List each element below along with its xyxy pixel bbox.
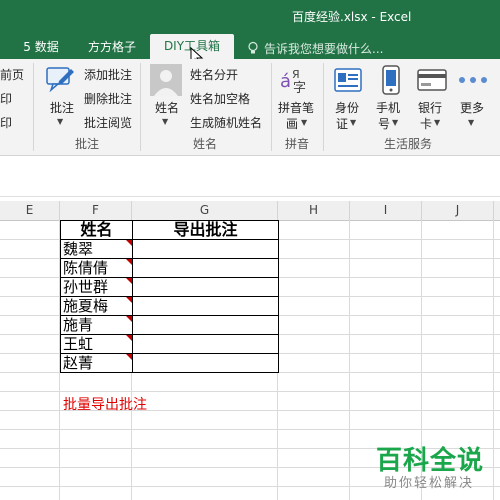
svg-text:á: á bbox=[280, 71, 291, 92]
id-card-icon bbox=[334, 68, 362, 92]
pinyin-stroke-button-line1[interactable]: 拼音笔 bbox=[278, 99, 314, 116]
column-header-h[interactable]: H bbox=[278, 201, 350, 220]
name-cell[interactable]: 施青 bbox=[60, 315, 133, 335]
name-cell-text: 王虹 bbox=[63, 335, 94, 353]
column-header-g[interactable]: G bbox=[132, 201, 278, 220]
column-headers: E F G H I J bbox=[0, 201, 500, 221]
name-button-label[interactable]: 姓名 bbox=[155, 99, 179, 116]
more-dots-icon bbox=[459, 77, 487, 83]
mobile-phone-icon bbox=[382, 65, 400, 95]
pinyin-dropdown-caret-icon: ▼ bbox=[301, 118, 308, 127]
title-bar: 百度经验.xlsx - Excel bbox=[0, 0, 500, 32]
svg-text:字: 字 bbox=[293, 81, 306, 95]
svg-text:Я: Я bbox=[292, 68, 300, 81]
tab-data[interactable]: 5 数据 bbox=[20, 36, 62, 58]
split-name-button[interactable]: 姓名分开 bbox=[190, 66, 238, 83]
formula-bar-area bbox=[0, 156, 500, 197]
more-caret-icon: ▼ bbox=[468, 118, 475, 127]
view-comment-button[interactable]: 批注阅览 bbox=[84, 114, 132, 131]
person-icon bbox=[150, 64, 182, 96]
ribbon-partial-item-2[interactable]: 印 bbox=[0, 90, 12, 107]
bank-card-button-line1[interactable]: 银行 bbox=[418, 99, 442, 116]
pinyin-icon: á Я 字 bbox=[280, 68, 306, 95]
name-cell[interactable]: 魏翠 bbox=[60, 239, 133, 259]
id-card-button-line1[interactable]: 身份 bbox=[335, 99, 359, 116]
batch-export-note: 批量导出批注 bbox=[63, 397, 147, 413]
watermark-subtitle: 助你轻松解决 bbox=[384, 476, 475, 491]
name-cell-text: 赵菁 bbox=[63, 354, 94, 372]
phone-button-line1[interactable]: 手机 bbox=[376, 99, 400, 116]
export-comment-cell[interactable] bbox=[132, 334, 279, 354]
export-comment-cell[interactable] bbox=[132, 239, 279, 259]
name-cell-text: 陈倩倩 bbox=[63, 259, 109, 277]
name-dropdown-caret-icon: ▼ bbox=[162, 117, 169, 126]
bank-card-button-line2[interactable]: 卡 bbox=[420, 115, 432, 132]
ribbon: 前页 印 印 批注 ▼ 添加批注 删除批注 批注阅览 批注 姓名 ▼ 姓名分开 … bbox=[0, 59, 500, 156]
comment-group-label: 批注 bbox=[75, 137, 100, 151]
name-cell-text: 施青 bbox=[63, 316, 94, 334]
pinyin-stroke-button-line2[interactable]: 画 bbox=[286, 115, 298, 132]
column-header-i[interactable]: I bbox=[350, 201, 422, 220]
phone-button-line2[interactable]: 号 bbox=[378, 115, 390, 132]
delete-comment-button[interactable]: 删除批注 bbox=[84, 90, 132, 107]
pinyin-group-label: 拼音 bbox=[285, 137, 310, 151]
export-comment-cell[interactable] bbox=[132, 277, 279, 297]
tell-me-text: 告诉我您想要做什么... bbox=[264, 42, 384, 56]
name-cell[interactable]: 陈倩倩 bbox=[60, 258, 133, 278]
name-group-label: 姓名 bbox=[193, 137, 218, 151]
table-header-name[interactable]: 姓名 bbox=[60, 220, 133, 240]
name-cell[interactable]: 孙世群 bbox=[60, 277, 133, 297]
bank-card-caret-icon: ▼ bbox=[434, 118, 441, 127]
ribbon-partial-item-1[interactable]: 前页 bbox=[0, 66, 24, 83]
tell-me-box[interactable]: 告诉我您想要做什么... bbox=[246, 40, 383, 57]
comment-dropdown-caret-icon: ▼ bbox=[57, 117, 64, 126]
window-title: 百度经验.xlsx - Excel bbox=[292, 10, 412, 24]
column-header-e[interactable]: E bbox=[0, 201, 60, 220]
comment-button-label[interactable]: 批注 bbox=[50, 99, 74, 116]
phone-caret-icon: ▼ bbox=[392, 118, 399, 127]
name-cell-text: 魏翠 bbox=[63, 240, 94, 258]
table-header-export-comment[interactable]: 导出批注 bbox=[132, 220, 279, 240]
id-card-button-line2[interactable]: 证 bbox=[336, 115, 348, 132]
name-cell[interactable]: 王虹 bbox=[60, 334, 133, 354]
ribbon-partial-item-3[interactable]: 印 bbox=[0, 114, 12, 131]
export-comment-cell[interactable] bbox=[132, 315, 279, 335]
ribbon-tabs: 5 数据 方方格子 DIY工具箱 告诉我您想要做什么... bbox=[0, 32, 500, 67]
lightbulb-icon bbox=[248, 41, 258, 54]
more-button-label[interactable]: 更多 bbox=[460, 99, 484, 116]
column-header-j[interactable]: J bbox=[422, 201, 494, 220]
name-cell-text: 孙世群 bbox=[63, 278, 109, 296]
id-card-caret-icon: ▼ bbox=[350, 118, 357, 127]
bank-card-icon bbox=[417, 69, 447, 91]
export-comment-cell[interactable] bbox=[132, 353, 279, 373]
tab-fangfanggezi[interactable]: 方方格子 bbox=[82, 36, 142, 58]
add-comment-button[interactable]: 添加批注 bbox=[84, 66, 132, 83]
export-comment-cell[interactable] bbox=[132, 258, 279, 278]
column-header-f[interactable]: F bbox=[60, 201, 132, 220]
export-comment-cell[interactable] bbox=[132, 296, 279, 316]
comment-pen-icon bbox=[46, 67, 74, 93]
name-cell-text: 施夏梅 bbox=[63, 297, 109, 315]
name-cell[interactable]: 赵菁 bbox=[60, 353, 133, 373]
random-name-button[interactable]: 生成随机姓名 bbox=[190, 114, 262, 131]
name-add-space-button[interactable]: 姓名加空格 bbox=[190, 90, 250, 107]
life-services-group-label: 生活服务 bbox=[384, 137, 433, 151]
name-cell[interactable]: 施夏梅 bbox=[60, 296, 133, 316]
